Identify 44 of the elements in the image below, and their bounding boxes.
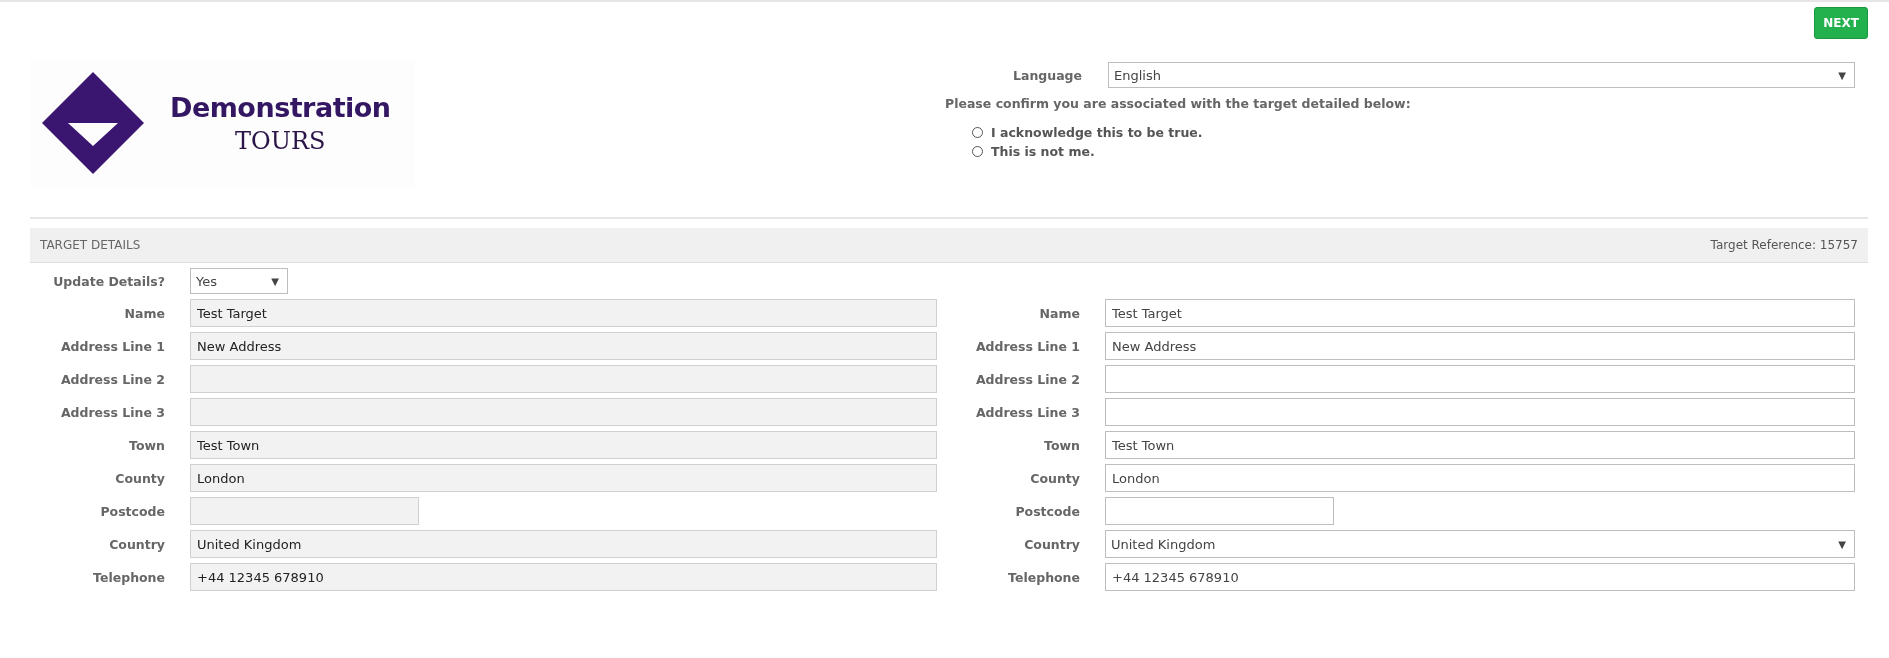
caret-icon: ▼ <box>1838 538 1846 550</box>
input-field[interactable]: +44 12345 678910 <box>1105 563 1855 591</box>
field-label: Address Line 1 <box>59 338 165 354</box>
input-field[interactable] <box>1105 497 1334 525</box>
field-label: Name <box>1038 305 1080 321</box>
logo-title: Demonstration <box>170 91 391 123</box>
input-field[interactable]: London <box>1105 464 1855 492</box>
target-reference: Target Reference: 15757 <box>1710 238 1858 252</box>
country-select[interactable]: United Kingdom ▼ <box>1105 530 1855 558</box>
language-select[interactable]: English ▼ <box>1108 62 1855 88</box>
field-label: Address Line 3 <box>974 404 1080 420</box>
radio-button[interactable] <box>972 146 983 157</box>
caret-icon: ▼ <box>1838 69 1846 81</box>
input-field[interactable] <box>1105 365 1855 393</box>
field-label: County <box>114 470 165 486</box>
field-label: Telephone <box>92 569 165 585</box>
radio-label: I acknowledge this to be true. <box>991 125 1203 140</box>
caret-icon: ▼ <box>271 275 279 287</box>
input-field[interactable]: New Address <box>1105 332 1855 360</box>
radio-label: This is not me. <box>991 144 1095 159</box>
field-label: Address Line 1 <box>974 338 1080 354</box>
language-label: Language <box>1012 67 1082 83</box>
field-label: Name <box>123 305 165 321</box>
field-label: Town <box>1043 437 1080 453</box>
confirmation-prompt: Please confirm you are associated with the target detailed below: <box>945 96 1412 111</box>
update-details-select[interactable]: Yes ▼ <box>190 268 288 294</box>
input-field[interactable] <box>1105 398 1855 426</box>
input-field[interactable]: Test Target <box>1105 299 1855 327</box>
field-label: Country <box>108 536 165 552</box>
diamond-logo-icon <box>42 72 144 174</box>
field-label: County <box>1029 470 1080 486</box>
field-label: Postcode <box>1014 503 1080 519</box>
field-label: Town <box>128 437 165 453</box>
field-label: Address Line 2 <box>974 371 1080 387</box>
field-label: Update Details? <box>52 273 165 289</box>
field-label: Country <box>1023 536 1080 552</box>
field-label: Telephone <box>1007 569 1080 585</box>
radio-button[interactable] <box>972 127 983 138</box>
field-label: Postcode <box>99 503 165 519</box>
section-title: TARGET DETAILS <box>40 238 141 252</box>
input-field[interactable]: Test Town <box>1105 431 1855 459</box>
field-label: Address Line 2 <box>59 371 165 387</box>
logo-subtitle: TOURS <box>235 126 326 155</box>
field-label: Address Line 3 <box>59 404 165 420</box>
